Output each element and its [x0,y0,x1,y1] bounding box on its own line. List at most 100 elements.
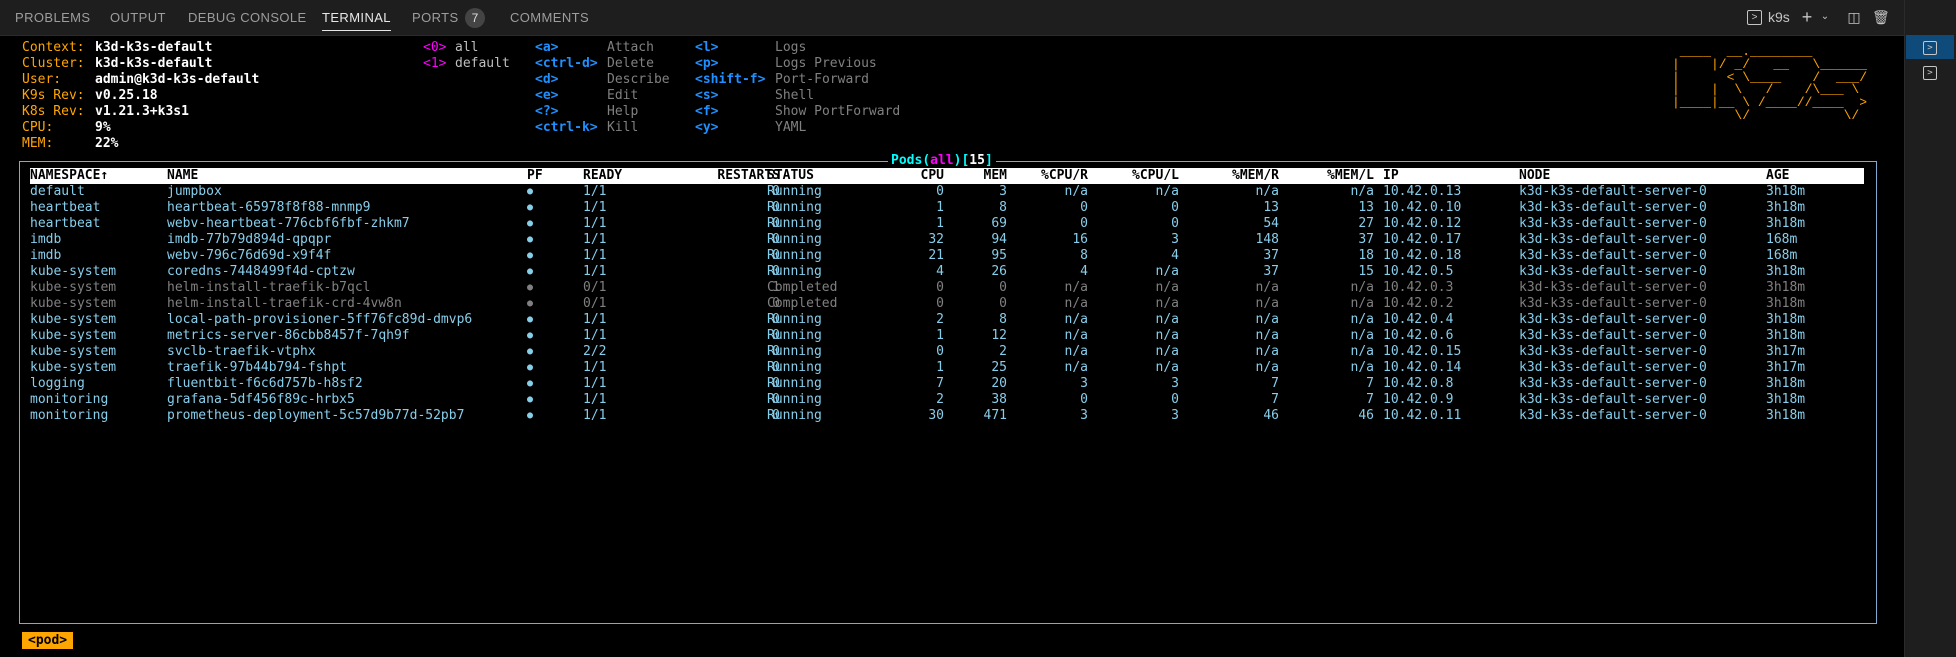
table-row[interactable]: kube-system local-path-provisioner-5ff76f… [30,312,1864,328]
col-pf: ● [527,394,534,405]
chevron-down-icon[interactable]: ⌄ [1817,9,1833,25]
col-pf-header[interactable]: PF [527,168,567,184]
info-key-user: User: [22,72,62,87]
col-cpu-l: n/a [1155,312,1179,327]
col-pf: ● [527,298,534,309]
col-name: coredns-7448499f4d-cptzw [167,264,355,279]
col-mem: 0 [999,280,1007,295]
col-mem-r-header[interactable]: %MEM/R [1179,168,1279,184]
col-mem-l: n/a [1350,280,1374,295]
col-pf: ● [527,314,534,325]
hotkey-label: Describe [607,72,670,87]
col-status: Running [767,184,822,199]
terminal-icon: > [1923,41,1937,55]
col-cpu: 0 [936,296,944,311]
col-status-header[interactable]: STATUS [767,168,867,184]
col-ip-header[interactable]: IP [1383,168,1513,184]
col-pf: ● [527,218,534,229]
col-status: Completed [767,280,838,295]
col-cpu-r: 0 [1080,392,1088,407]
tab-output[interactable]: OUTPUT [110,0,166,35]
col-name: local-path-provisioner-5ff76fc89d-dmvp6 [167,312,473,327]
col-ip: 10.42.0.11 [1383,408,1462,423]
col-age: 3h18m [1766,296,1806,311]
col-cpu-l-header[interactable]: %CPU/L [1088,168,1179,184]
hotkey-label: Logs Previous [775,56,877,71]
tab-debug-console[interactable]: DEBUG CONSOLE [188,0,307,35]
table-row[interactable]: heartbeat heartbeat-65978f8f88-mnmp9 ● 1/1 0… [30,200,1864,216]
trash-icon[interactable]: 🗑 [1872,9,1890,25]
col-cpu-l: n/a [1155,264,1179,279]
table-row[interactable]: kube-system metrics-server-86cbb8457f-7qh… [30,328,1864,344]
col-namespace-header[interactable]: NAMESPACE↑ [30,168,160,184]
table-row[interactable]: default jumpbox ● 1/1 0 Running 0 3 n/a n/a n/a n/a… [30,184,1864,200]
info-key-k9s-rev: K9s Rev: [22,88,85,103]
table-row[interactable]: monitoring prometheus-deployment-5c57d9b7… [30,408,1864,424]
col-mem: 2 [999,344,1007,359]
table-header-row[interactable]: NAMESPACE↑ NAME PF READY RESTARTS STATUS CPU ME… [30,168,1864,184]
info-key-cpu: CPU: [22,120,54,135]
table-row[interactable]: kube-system helm-install-traefik-b7qcl ● 0/… [30,280,1864,296]
table-row[interactable]: kube-system helm-install-traefik-crd-4vw8… [30,296,1864,312]
table-row[interactable]: kube-system traefik-97b44b794-fshpt ● 1/1 0 R… [30,360,1864,376]
tab-ports[interactable]: PORTS [412,0,459,35]
col-mem-header[interactable]: MEM [944,168,1007,184]
col-mem-l-header[interactable]: %MEM/L [1279,168,1374,184]
col-ready: 1/1 [583,376,607,391]
col-mem: 20 [991,376,1007,391]
col-mem-r: n/a [1255,312,1279,327]
col-cpu-r-header[interactable]: %CPU/R [1007,168,1088,184]
table-row[interactable]: monitoring grafana-5df456f89c-hrbx5 ● 1/1 0 R… [30,392,1864,408]
table-row[interactable]: imdb imdb-77b79d894d-qpqpr ● 1/1 0 Running 32 9… [30,232,1864,248]
col-pf: ● [527,202,534,213]
col-age-header[interactable]: AGE [1766,168,1846,184]
table-row[interactable]: kube-system coredns-7448499f4d-cptzw ● 1/1 0… [30,264,1864,280]
col-ip: 10.42.0.3 [1383,280,1454,295]
col-mem-r: n/a [1255,328,1279,343]
table-row[interactable]: heartbeat webv-heartbeat-776cbf6fbf-zhkm7… [30,216,1864,232]
ns-label-all[interactable]: all [455,40,478,56]
terminal-list-item[interactable]: > [1906,60,1954,84]
col-ready: 1/1 [583,232,607,247]
new-terminal-plus-icon[interactable]: + [1799,8,1815,26]
tab-problems[interactable]: PROBLEMS [15,0,90,35]
col-age: 3h18m [1766,264,1806,279]
hotkey-key: <e> [535,88,559,103]
col-status: Running [767,408,822,423]
col-mem-l: n/a [1350,360,1374,375]
table-row[interactable]: imdb webv-796c76d69d-x9f4f ● 1/1 0 Running 21 9… [30,248,1864,264]
split-terminal-icon[interactable]: ◫ [1846,9,1862,25]
terminal-list-item-active[interactable]: > [1906,35,1954,59]
ns-label-default[interactable]: default [455,56,510,72]
info-key-mem: MEM: [22,136,54,151]
col-cpu-l: 0 [1171,200,1179,215]
maximize-panel-icon[interactable] [1902,9,1918,25]
col-mem: 38 [991,392,1007,407]
hotkey-label: Port-Forward [775,72,869,87]
col-namespace: imdb [30,248,62,263]
col-ready: 1/1 [583,392,607,407]
col-status: Running [767,392,822,407]
tab-comments[interactable]: COMMENTS [510,0,589,35]
col-cpu-r: n/a [1064,312,1088,327]
col-ready-header[interactable]: READY [583,168,643,184]
terminal-instance-name[interactable]: k9s [1768,0,1790,35]
col-cpu-l: n/a [1155,344,1179,359]
hotkey-label: YAML [775,120,807,135]
col-cpu: 1 [936,328,944,343]
col-pf: ● [527,250,534,261]
col-node-header[interactable]: NODE [1519,168,1759,184]
col-status: Running [767,216,822,231]
col-cpu-header[interactable]: CPU [880,168,944,184]
col-name-header[interactable]: NAME [167,168,527,184]
col-cpu: 0 [936,280,944,295]
tab-terminal[interactable]: TERMINAL [322,0,391,35]
breadcrumb-pod: <pod> [22,632,74,649]
col-pf: ● [527,266,534,277]
col-cpu-l: 0 [1171,216,1179,231]
col-mem-r: 46 [1263,408,1279,423]
col-age: 3h18m [1766,280,1806,295]
table-row[interactable]: kube-system svclb-traefik-vtphx ● 2/2 0 Runni… [30,344,1864,360]
table-row[interactable]: logging fluentbit-f6c6d757b-h8sf2 ● 1/1 0 Run… [30,376,1864,392]
col-mem-l: n/a [1350,296,1374,311]
